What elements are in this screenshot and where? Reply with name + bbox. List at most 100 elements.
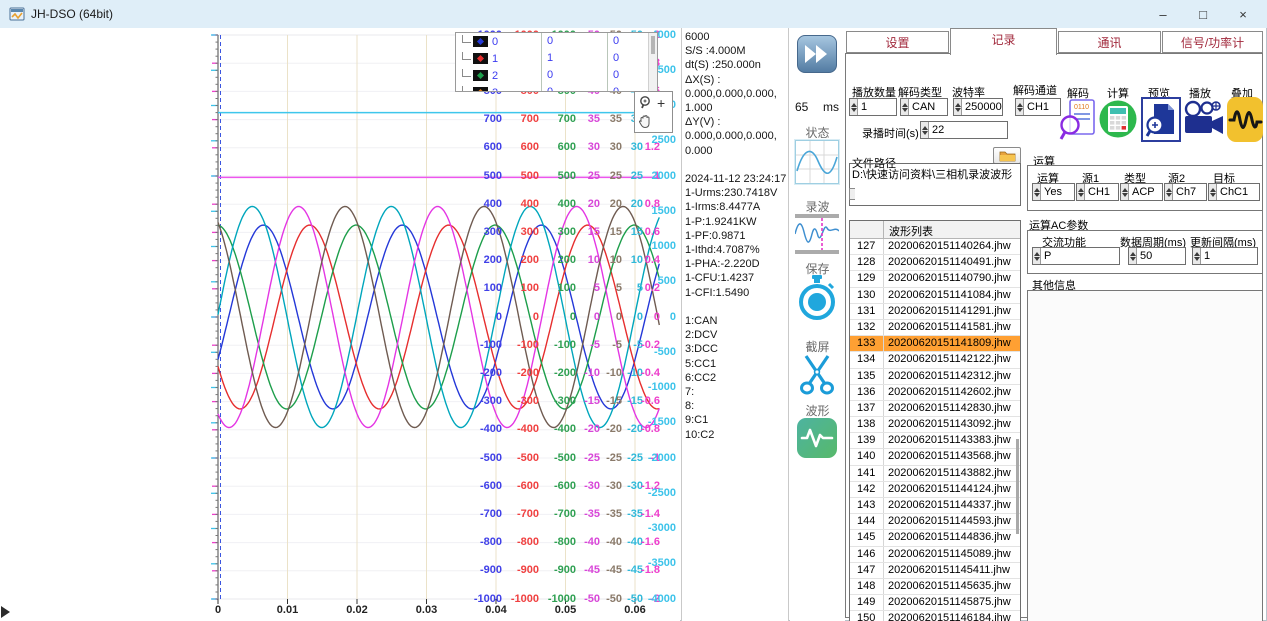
tab-通讯[interactable]: 通讯 (1058, 31, 1161, 53)
preview-button[interactable] (1141, 97, 1181, 142)
operation-group: 运算 源1 类型 源2 目标 Yes CH1 ACP Ch7 (1027, 165, 1263, 211)
file-list-scrollbar[interactable] (1016, 439, 1019, 534)
legend-channel-label: 2 (492, 70, 498, 82)
file-path-box[interactable]: D:\快速访问资料\三相机录波波形 (849, 163, 1021, 206)
file-list-row[interactable]: 14020200620151143568.jhw (850, 449, 1020, 465)
file-list-row[interactable]: 13420200620151142122.jhw (850, 352, 1020, 368)
ac-function-field[interactable]: P (1032, 247, 1120, 265)
minimize-button[interactable]: – (1143, 0, 1183, 28)
browse-folder-button[interactable] (993, 147, 1021, 164)
file-list-row[interactable]: 13920200620151143383.jhw (850, 433, 1020, 449)
op-source2-field[interactable]: Ch7 (1164, 183, 1207, 201)
legend-scrollbar[interactable] (648, 33, 657, 91)
file-name: 20200620151142122.jhw (884, 352, 1020, 367)
channel-legend-table[interactable]: 000110200300 (455, 32, 658, 92)
legend-marker-icon (473, 87, 488, 92)
spinner-arrows[interactable] (901, 99, 909, 115)
file-list-row[interactable]: 13820200620151143092.jhw (850, 417, 1020, 433)
pan-hand-icon[interactable] (638, 114, 652, 129)
file-list-row[interactable]: 14420200620151144593.jhw (850, 514, 1020, 530)
overlay-button[interactable] (1227, 97, 1263, 142)
waveform-app-icon[interactable] (797, 418, 837, 458)
tab-记录[interactable]: 记录 (950, 28, 1057, 55)
calc-button[interactable] (1099, 99, 1137, 140)
spinner-arrows[interactable] (1129, 248, 1137, 264)
op-target-field[interactable]: ChC1 (1208, 183, 1260, 201)
file-list-row[interactable]: 13720200620151142830.jhw (850, 401, 1020, 417)
waveform-chart[interactable] (0, 28, 680, 621)
file-name: 20200620151141291.jhw (884, 304, 1020, 319)
file-list-row[interactable]: 12720200620151140264.jhw (850, 239, 1020, 255)
file-list-row[interactable]: 12920200620151140790.jhw (850, 271, 1020, 287)
spinner-arrows[interactable] (1121, 184, 1129, 200)
status-sine-icon[interactable] (795, 140, 839, 184)
file-list-row[interactable]: 13120200620151141291.jhw (850, 304, 1020, 320)
decode-button[interactable]: 0110 (1057, 97, 1097, 142)
spinner-arrows[interactable] (1193, 248, 1201, 264)
y-axis-tick-label: 100 (484, 282, 502, 295)
other-info-box[interactable] (1027, 290, 1263, 621)
info-line: 2024-11-12 23:24:17 (685, 172, 788, 186)
spinner-arrows[interactable] (921, 122, 929, 138)
maximize-button[interactable]: □ (1183, 0, 1223, 28)
spinner-arrows[interactable] (1033, 248, 1041, 264)
close-button[interactable]: × (1223, 0, 1263, 28)
baud-rate-field[interactable]: 250000 (953, 98, 1003, 116)
y-axis-tick-label: -15 (584, 395, 600, 408)
play-count-field[interactable]: 1 (849, 98, 897, 116)
file-list-row[interactable]: 13220200620151141581.jhw (850, 320, 1020, 336)
file-index: 143 (850, 498, 884, 513)
file-index: 150 (850, 611, 884, 621)
data-period-field[interactable]: 50 (1128, 247, 1186, 265)
spinner-arrows[interactable] (1077, 184, 1085, 200)
stopwatch-icon[interactable] (798, 275, 836, 321)
y-axis-tick-label: -45 (584, 564, 600, 577)
scissors-icon[interactable] (798, 354, 836, 396)
tab-信号/功率计[interactable]: 信号/功率计 (1162, 31, 1263, 53)
spinner-arrows[interactable] (1209, 184, 1217, 200)
op-enable-field[interactable]: Yes (1032, 183, 1075, 201)
play-button[interactable] (1183, 100, 1225, 140)
legend-row[interactable]: 300 (456, 84, 657, 92)
file-list-row[interactable]: 15020200620151146184.jhw (850, 611, 1020, 621)
update-interval-field[interactable]: 1 (1192, 247, 1258, 265)
file-list-row[interactable]: 12820200620151140491.jhw (850, 255, 1020, 271)
graph-tools-palette[interactable]: + (634, 91, 673, 133)
record-time-field[interactable]: 22 (920, 121, 1008, 139)
file-list-row[interactable]: 14520200620151144836.jhw (850, 530, 1020, 546)
file-list-row[interactable]: 13520200620151142312.jhw (850, 369, 1020, 385)
spinner-arrows[interactable] (850, 99, 858, 115)
legend-row[interactable]: 200 (456, 67, 657, 84)
file-list-row[interactable]: 14120200620151143882.jhw (850, 466, 1020, 482)
spinner-arrows[interactable] (954, 99, 962, 115)
op-source1-field[interactable]: CH1 (1076, 183, 1119, 201)
file-list-row[interactable]: 14620200620151145089.jhw (850, 547, 1020, 563)
file-list-row[interactable]: 14220200620151144124.jhw (850, 482, 1020, 498)
decode-type-field[interactable]: CAN (900, 98, 948, 116)
record-wave-icon[interactable] (795, 214, 839, 254)
file-list-row[interactable]: 14320200620151144337.jhw (850, 498, 1020, 514)
waveform-file-list[interactable]: 波形列表 12720200620151140264.jhw12820200620… (849, 220, 1021, 621)
spinner-arrows[interactable] (1165, 184, 1173, 200)
legend-row[interactable]: 110 (456, 50, 657, 67)
file-list-row[interactable]: 13620200620151142602.jhw (850, 385, 1020, 401)
spinner-arrows[interactable] (1016, 99, 1024, 115)
spinner-arrows[interactable] (1033, 184, 1041, 200)
file-list-row[interactable]: 13320200620151141809.jhw (850, 336, 1020, 352)
y-axis-tick-label: -900 (480, 564, 502, 577)
zoom-magnifier-icon[interactable] (638, 95, 654, 111)
file-list-row[interactable]: 13020200620151141084.jhw (850, 288, 1020, 304)
info-line (685, 158, 788, 172)
op-type-field[interactable]: ACP (1120, 183, 1163, 201)
file-list-row[interactable]: 14920200620151145875.jhw (850, 595, 1020, 611)
fast-forward-button[interactable] (797, 35, 837, 73)
decode-channel-field[interactable]: CH1 (1015, 98, 1061, 116)
tab-设置[interactable]: 设置 (846, 31, 949, 53)
file-index: 146 (850, 547, 884, 562)
legend-row[interactable]: 000 (456, 33, 657, 50)
file-list-row[interactable]: 14820200620151145635.jhw (850, 579, 1020, 595)
file-name: 20200620151145089.jhw (884, 547, 1020, 562)
y-axis-tick-label: 300 (484, 226, 502, 239)
file-list-row[interactable]: 14720200620151145411.jhw (850, 563, 1020, 579)
y-axis-tick-label: 15 (631, 226, 643, 239)
